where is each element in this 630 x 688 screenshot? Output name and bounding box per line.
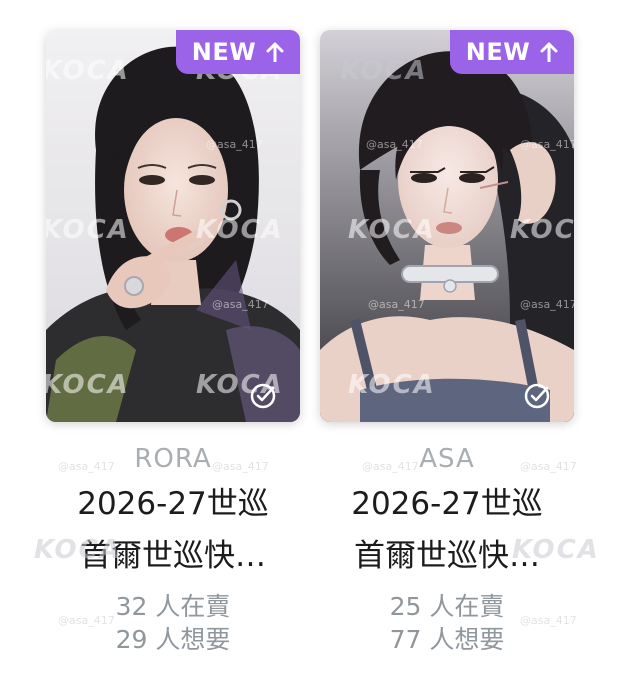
photocard-item-asa[interactable]: KOCA @asa_417 @asa_417 KOCA KOCA @asa_41… [320,30,574,656]
card-title-line2: 首爾世巡快… [354,538,540,574]
sellers-count: 25 人在賣 [389,592,505,621]
stats: 25 人在賣 77 人想要 [320,590,574,656]
card-title-line2: 首爾世巡快… [80,538,266,574]
photocard-item-rora[interactable]: KOCA KOCA @asa_417 KOCA KOCA @asa_417 KO… [46,30,300,656]
card-title-line1: 2026-27世巡 [77,486,269,522]
member-name: ASA [419,444,475,474]
check-circle-icon[interactable] [250,382,278,410]
photocard-image-asa[interactable]: KOCA @asa_417 @asa_417 KOCA KOCA @asa_41… [320,30,574,422]
card-title-line1: 2026-27世巡 [351,486,543,522]
sellers-count: 32 人在賣 [115,592,231,621]
arrow-up-icon [266,42,284,62]
new-badge-label: NEW [191,38,257,66]
arrow-up-icon [540,42,558,62]
new-badge-label: NEW [465,38,531,66]
wanters-count: 29 人想要 [115,625,231,654]
photo-asa [320,30,574,422]
photocard-image-rora[interactable]: KOCA KOCA @asa_417 KOCA KOCA @asa_417 KO… [46,30,300,422]
check-circle-icon[interactable] [524,382,552,410]
photo-rora [46,30,300,422]
new-badge: NEW [450,30,574,74]
wanters-count: 77 人想要 [389,625,505,654]
new-badge: NEW [176,30,300,74]
stats: 32 人在賣 29 人想要 [46,590,300,656]
member-name: RORA [134,444,212,474]
